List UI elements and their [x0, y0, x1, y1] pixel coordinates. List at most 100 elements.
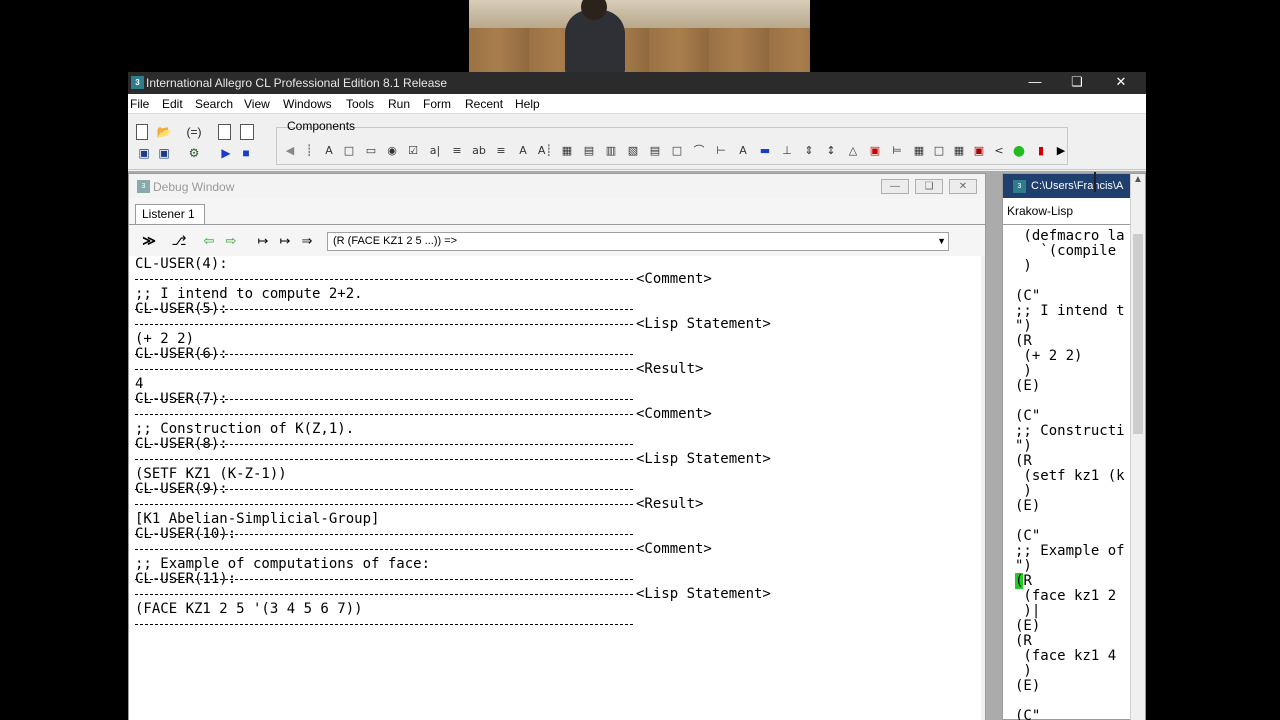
component-bar-icon[interactable]: □: [930, 143, 948, 159]
component-tab-icon[interactable]: ▥: [602, 143, 620, 159]
open-folder-icon[interactable]: 📂: [156, 124, 172, 140]
editor-scroll-thumb[interactable]: [1133, 234, 1143, 434]
component-outline-icon[interactable]: ▧: [624, 143, 642, 159]
component-static-text-icon[interactable]: A: [514, 143, 532, 159]
menu-windows[interactable]: Windows: [283, 97, 332, 111]
step-out-icon[interactable]: ⇒: [299, 233, 315, 249]
editor-tab-divider: [1003, 224, 1131, 225]
component-ab-icon[interactable]: ab: [470, 143, 488, 159]
component-lamp-icon[interactable]: ●: [1010, 143, 1028, 159]
menu-help[interactable]: Help: [515, 97, 540, 111]
editor-line: (E): [1015, 618, 1041, 634]
scroll-left-icon[interactable]: ◀: [281, 143, 299, 159]
tab-krakow-lisp[interactable]: Krakow-Lisp: [1007, 204, 1073, 218]
component-curve-icon[interactable]: ⌒: [690, 143, 708, 159]
editor-window: 3 C:\Users\Francis\A Krakow-Lisp (defmac…: [1002, 173, 1146, 720]
section-tag: <Lisp Statement>: [636, 451, 771, 467]
component-rich-text-icon[interactable]: A┊: [536, 143, 554, 159]
parens-icon[interactable]: (=): [186, 124, 202, 140]
component-grid-icon[interactable]: ▦: [558, 143, 576, 159]
component-spin-icon[interactable]: ↕: [822, 143, 840, 159]
component-label-icon[interactable]: A: [320, 143, 338, 159]
forward-arrow-icon[interactable]: ⇨: [223, 233, 239, 249]
menu-tools[interactable]: Tools: [346, 97, 374, 111]
component-grid2-icon[interactable]: ▦: [950, 143, 968, 159]
component-slider-icon[interactable]: ⊢: [712, 143, 730, 159]
component-line-icon[interactable]: ┊: [300, 143, 318, 159]
editor-line: (R: [1015, 453, 1032, 469]
listener-line: ;; I intend to compute 2+2.: [135, 286, 363, 302]
component-chevron-icon[interactable]: <: [990, 143, 1008, 159]
separator-line: [135, 414, 633, 415]
scroll-right-icon[interactable]: ▶: [1052, 143, 1070, 159]
menu-view[interactable]: View: [244, 97, 270, 111]
scroll-up-icon[interactable]: ▲: [1133, 174, 1143, 185]
component-button-icon[interactable]: ▭: [362, 143, 380, 159]
editor-scrollbar[interactable]: ▲: [1130, 174, 1145, 720]
listener-output[interactable]: CL-USER(4): <Comment> ;; I intend to compu…: [129, 256, 985, 720]
menu-search[interactable]: Search: [195, 97, 233, 111]
step-icon[interactable]: ⎇: [171, 233, 187, 249]
listener-scrollbar[interactable]: [981, 256, 985, 720]
debug-restore-button[interactable]: ❏: [915, 179, 943, 194]
listener-line: (+ 2 2): [135, 331, 195, 347]
build-icon[interactable]: ⚙: [186, 145, 202, 161]
section-tag: <Comment>: [636, 406, 712, 422]
component-scroll-icon[interactable]: ⇕: [800, 143, 818, 159]
debug-close-button[interactable]: ✕: [949, 179, 977, 194]
chevron-down-icon[interactable]: ▼: [937, 233, 946, 250]
debug-window-titlebar[interactable]: 3 Debug Window — ❏ ✕: [129, 174, 985, 198]
component-progress-icon[interactable]: ▬: [756, 143, 774, 159]
component-triangle-icon[interactable]: △: [844, 143, 862, 159]
menu-recent[interactable]: Recent: [465, 97, 503, 111]
component-radio-icon[interactable]: ◉: [383, 143, 401, 159]
title-bar[interactable]: 3 International Allegro CL Professional …: [128, 72, 1146, 94]
debug-minimize-button[interactable]: —: [881, 179, 909, 194]
stop-icon[interactable]: ■: [238, 145, 254, 161]
step-into-icon[interactable]: ↦: [255, 233, 271, 249]
component-trackbar-icon[interactable]: ⊥: [778, 143, 796, 159]
menu-run[interactable]: Run: [388, 97, 410, 111]
component-panel-icon[interactable]: ▤: [646, 143, 664, 159]
editor-titlebar[interactable]: 3 C:\Users\Francis\A: [1003, 174, 1131, 198]
listener-prompt: CL-USER(8):: [135, 436, 228, 452]
step-over-icon[interactable]: ↦: [277, 233, 293, 249]
component-header-icon[interactable]: ▣: [866, 143, 884, 159]
component-list-icon[interactable]: ≡: [448, 143, 466, 159]
component-font-icon[interactable]: A: [734, 143, 752, 159]
component-tree-icon[interactable]: ⊨: [888, 143, 906, 159]
save-icon[interactable]: ▣: [136, 145, 152, 161]
back-arrow-icon[interactable]: ⇦: [201, 233, 217, 249]
run-icon[interactable]: ▶: [218, 145, 234, 161]
menu-file[interactable]: File: [130, 97, 149, 111]
command-history-select[interactable]: (R (FACE KZ1 2 5 ...)) => ▼: [327, 232, 949, 251]
component-chart-icon[interactable]: ▮: [1032, 143, 1050, 159]
editor-line: (+ 2 2): [1015, 348, 1083, 364]
copy-window-icon[interactable]: [218, 124, 231, 140]
tab-listener-1[interactable]: Listener 1: [135, 204, 205, 224]
workspace: 3 Debug Window — ❏ ✕ Listener 1 ≫ ⎇ ⇦ ⇨ …: [128, 171, 1146, 720]
editor-text-area[interactable]: (defmacro la `(compile ) (C";; I intend t…: [1003, 226, 1131, 720]
component-split-icon[interactable]: ▦: [910, 143, 928, 159]
component-calendar-icon[interactable]: ▣: [970, 143, 988, 159]
close-button[interactable]: ✕: [1098, 72, 1144, 94]
save-all-icon[interactable]: ▣: [156, 145, 172, 161]
section-tag: <Lisp Statement>: [636, 316, 771, 332]
menu-form[interactable]: Form: [423, 97, 451, 111]
listener-prompt: CL-USER(11):: [135, 571, 237, 587]
component-text-icon[interactable]: a|: [426, 143, 444, 159]
component-combo-icon[interactable]: ≡: [492, 143, 510, 159]
menu-edit[interactable]: Edit: [162, 97, 183, 111]
minimize-button[interactable]: —: [1012, 72, 1058, 94]
components-label: Components: [287, 119, 356, 133]
component-checkbox-icon[interactable]: ☑: [404, 143, 422, 159]
editor-line: ;; Example of: [1015, 543, 1125, 559]
component-picture-icon[interactable]: □: [668, 143, 686, 159]
window-icon[interactable]: [240, 124, 254, 140]
component-frame-icon[interactable]: □: [340, 143, 358, 159]
new-file-icon[interactable]: [136, 124, 148, 140]
editor-line: `(compile: [1015, 243, 1125, 259]
prompt-icon[interactable]: ≫: [141, 233, 157, 249]
restore-button[interactable]: ❏: [1054, 72, 1100, 94]
component-table-icon[interactable]: ▤: [580, 143, 598, 159]
